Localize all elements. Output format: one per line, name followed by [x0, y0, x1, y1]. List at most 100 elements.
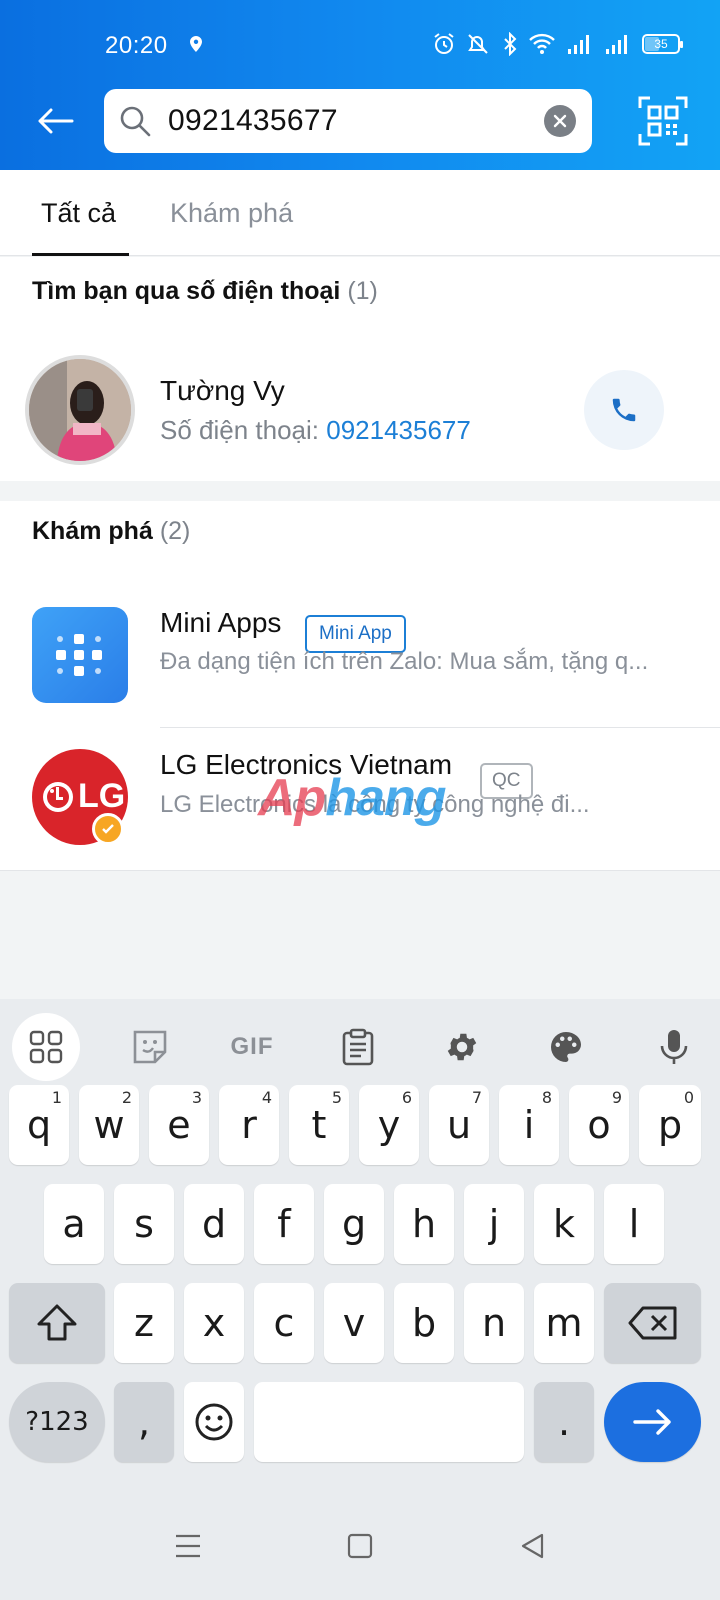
- shift-key[interactable]: [9, 1283, 105, 1363]
- clear-search-button[interactable]: [544, 105, 576, 137]
- key-w[interactable]: w2: [79, 1085, 139, 1165]
- list-item-desc: Đa dạng tiện ích trên Zalo: Mua sắm, tặn…: [160, 648, 649, 675]
- key-c[interactable]: c: [254, 1283, 314, 1363]
- avatar[interactable]: [25, 355, 135, 465]
- key-label: p: [657, 1103, 683, 1147]
- gear-icon: [447, 1033, 477, 1061]
- key-label: e: [167, 1103, 191, 1147]
- back-button[interactable]: [30, 98, 80, 144]
- key-hint: 8: [541, 1088, 552, 1107]
- voice-input-button[interactable]: [640, 1013, 708, 1081]
- key-hint: 9: [611, 1088, 622, 1107]
- key-o[interactable]: o9: [569, 1085, 629, 1165]
- palette-icon: [551, 1032, 581, 1062]
- home-button[interactable]: [338, 1524, 382, 1568]
- key-hint: 5: [331, 1088, 342, 1107]
- qr-scan-button[interactable]: [638, 96, 688, 146]
- key-l[interactable]: l: [604, 1184, 664, 1264]
- tab-explore[interactable]: Khám phá: [170, 198, 293, 229]
- key-p[interactable]: p0: [639, 1085, 701, 1165]
- battery-level: 35: [654, 37, 668, 51]
- backspace-icon: [628, 1306, 676, 1340]
- key-label: o: [587, 1103, 611, 1147]
- list-item-title[interactable]: Mini Apps: [160, 607, 281, 639]
- key-hint: 1: [51, 1088, 62, 1107]
- settings-button[interactable]: [428, 1013, 496, 1081]
- alarm-icon: [432, 32, 456, 56]
- back-arrow-icon: [38, 108, 74, 134]
- key-n[interactable]: n: [464, 1283, 524, 1363]
- search-box[interactable]: [104, 89, 592, 153]
- emoji-icon: [195, 1403, 233, 1441]
- status-time: 20:20: [105, 32, 168, 59]
- key-s[interactable]: s: [114, 1184, 174, 1264]
- enter-key[interactable]: [604, 1382, 701, 1462]
- tab-bar: Tất cả Khám phá: [0, 170, 720, 256]
- apps-grid-button[interactable]: [12, 1013, 80, 1081]
- call-button[interactable]: [584, 370, 664, 450]
- system-back-button[interactable]: [510, 1524, 554, 1568]
- microphone-icon: [660, 1030, 688, 1064]
- phone-label: Số điện thoại:: [160, 415, 320, 445]
- key-hint: 3: [191, 1088, 202, 1107]
- key-label: u: [446, 1103, 472, 1147]
- mute-icon: [466, 32, 492, 56]
- key-i[interactable]: i8: [499, 1085, 559, 1165]
- section-title: Khám phá (2): [32, 517, 190, 546]
- key-e[interactable]: e3: [149, 1085, 209, 1165]
- contact-phone-row: Số điện thoại: 0921435677: [160, 415, 471, 446]
- section-title-text: Khám phá: [32, 517, 153, 545]
- key-j[interactable]: j: [464, 1184, 524, 1264]
- key-hint: 2: [121, 1088, 132, 1107]
- tab-all[interactable]: Tất cả: [41, 198, 116, 229]
- key-z[interactable]: z: [114, 1283, 174, 1363]
- key-g[interactable]: g: [324, 1184, 384, 1264]
- clipboard-button[interactable]: [324, 1013, 392, 1081]
- theme-button[interactable]: [532, 1013, 600, 1081]
- key-u[interactable]: u7: [429, 1085, 489, 1165]
- key-label: w: [93, 1103, 125, 1147]
- contact-name[interactable]: Tường Vy: [160, 375, 285, 407]
- signal-icon-2: [604, 33, 632, 55]
- comma-key[interactable]: ,: [114, 1382, 174, 1462]
- apps-grid-icon: [29, 1030, 63, 1064]
- symbols-key[interactable]: ?123: [9, 1382, 105, 1462]
- signal-icon: [566, 33, 594, 55]
- key-m[interactable]: m: [534, 1283, 594, 1363]
- key-hint: 7: [471, 1088, 482, 1107]
- sticker-button[interactable]: [116, 1013, 184, 1081]
- key-t[interactable]: t5: [289, 1085, 349, 1165]
- key-y[interactable]: y6: [359, 1085, 419, 1165]
- key-d[interactable]: d: [184, 1184, 244, 1264]
- key-k[interactable]: k: [534, 1184, 594, 1264]
- close-icon: [553, 114, 567, 128]
- gif-label: GIF: [230, 1033, 274, 1060]
- key-x[interactable]: x: [184, 1283, 244, 1363]
- key-a[interactable]: a: [44, 1184, 104, 1264]
- key-r[interactable]: r4: [219, 1085, 279, 1165]
- mini-apps-icon[interactable]: [32, 607, 128, 703]
- key-v[interactable]: v: [324, 1283, 384, 1363]
- arrow-right-icon: [632, 1409, 671, 1435]
- gif-button[interactable]: GIF: [218, 1013, 286, 1081]
- key-f[interactable]: f: [254, 1184, 314, 1264]
- key-label: i: [523, 1103, 535, 1147]
- emoji-key[interactable]: [184, 1382, 244, 1462]
- recent-apps-button[interactable]: [166, 1524, 210, 1568]
- key-b[interactable]: b: [394, 1283, 454, 1363]
- section-count: (1): [347, 277, 378, 305]
- key-q[interactable]: q1: [9, 1085, 69, 1165]
- space-key[interactable]: [254, 1382, 524, 1462]
- key-h[interactable]: h: [394, 1184, 454, 1264]
- watermark: Aphang: [258, 768, 447, 828]
- period-key[interactable]: .: [534, 1382, 594, 1462]
- backspace-key[interactable]: [604, 1283, 701, 1363]
- system-nav-bar: [0, 1490, 720, 1600]
- lg-logo-text: LG: [78, 777, 126, 815]
- home-square-icon: [347, 1533, 373, 1559]
- search-input[interactable]: [168, 99, 538, 143]
- search-icon: [118, 104, 152, 143]
- status-icons: 35: [432, 32, 683, 56]
- key-label: q: [26, 1103, 52, 1147]
- phone-number[interactable]: 0921435677: [326, 415, 471, 445]
